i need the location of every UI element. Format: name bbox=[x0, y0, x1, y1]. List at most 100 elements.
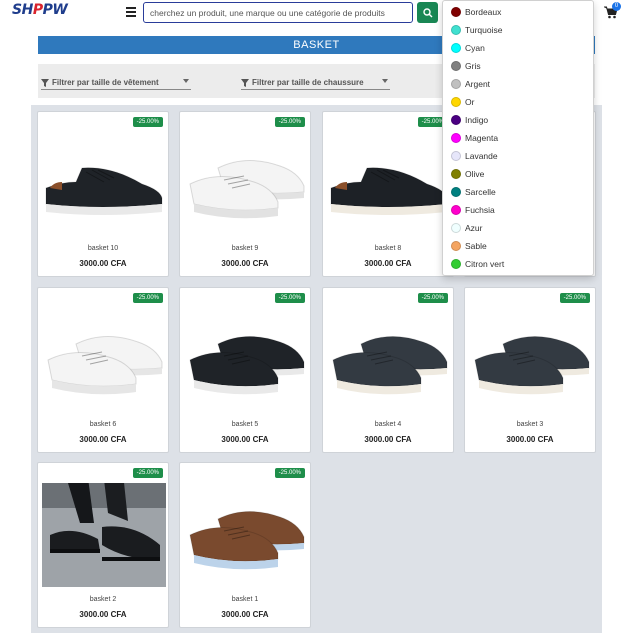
color-swatch bbox=[451, 259, 461, 269]
color-option[interactable]: Citron vert bbox=[443, 255, 593, 273]
page: SHPPW 0 BASKET Filtrer par taille de vêt… bbox=[0, 0, 642, 642]
color-option-label: Olive bbox=[465, 169, 485, 179]
color-swatch bbox=[451, 43, 461, 53]
product-card[interactable]: -25.00% basket 1 3000.00 CFA bbox=[179, 462, 311, 628]
logo-text: SHPPW bbox=[12, 2, 68, 18]
product-name[interactable]: basket 4 bbox=[323, 421, 453, 428]
color-option[interactable]: Olive bbox=[443, 165, 593, 183]
product-price: 3000.00 CFA bbox=[221, 259, 269, 268]
discount-badge: -25.00% bbox=[274, 468, 305, 478]
product-name[interactable]: basket 10 bbox=[38, 245, 168, 252]
color-option-label: Magenta bbox=[465, 133, 499, 143]
product-card[interactable]: -25.00% basket 5 3000.00 CFA bbox=[179, 287, 311, 453]
color-swatch bbox=[451, 241, 461, 251]
color-option[interactable]: Sable bbox=[443, 237, 593, 255]
product-price: 3000.00 CFA bbox=[221, 435, 269, 444]
clothing-size-filter[interactable]: Filtrer par taille de vêtement bbox=[41, 76, 191, 90]
color-swatch bbox=[451, 187, 461, 197]
color-swatch bbox=[451, 97, 461, 107]
product-name[interactable]: basket 8 bbox=[323, 245, 453, 252]
color-swatch bbox=[451, 223, 461, 233]
color-option-label: Sarcelle bbox=[465, 187, 496, 197]
color-swatch bbox=[451, 205, 461, 215]
color-option-label: Lavande bbox=[465, 151, 498, 161]
color-option-label: Or bbox=[465, 97, 475, 107]
color-option-label: Gris bbox=[465, 61, 481, 71]
menu-icon[interactable] bbox=[124, 5, 138, 19]
product-card[interactable]: -25.00% basket 4 3000.00 CFA bbox=[322, 287, 454, 453]
product-card[interactable]: -25.00% basket 6 3000.00 CFA bbox=[37, 287, 169, 453]
color-option-label: Indigo bbox=[465, 115, 489, 125]
color-option-label: Azur bbox=[465, 223, 483, 233]
discount-badge: -25.00% bbox=[559, 293, 590, 303]
product-name[interactable]: basket 1 bbox=[180, 596, 310, 603]
color-swatch bbox=[451, 79, 461, 89]
product-name[interactable]: basket 2 bbox=[38, 596, 168, 603]
product-image bbox=[330, 167, 448, 215]
color-swatch bbox=[451, 169, 461, 179]
color-swatch bbox=[451, 133, 461, 143]
search-icon bbox=[422, 7, 432, 17]
color-option-label: Fuchsia bbox=[465, 205, 495, 215]
color-option[interactable]: Or bbox=[443, 93, 593, 111]
color-option-label: Cyan bbox=[465, 43, 485, 53]
color-option[interactable]: Cyan bbox=[443, 39, 593, 57]
search-button[interactable] bbox=[417, 2, 438, 23]
clothing-size-filter-label: Filtrer par taille de vêtement bbox=[52, 78, 159, 87]
chevron-down-icon bbox=[382, 79, 388, 83]
cart-count-badge: 0 bbox=[612, 2, 621, 11]
color-option[interactable]: Fuchsia bbox=[443, 201, 593, 219]
color-option[interactable]: Indigo bbox=[443, 111, 593, 129]
color-option-label: Bordeaux bbox=[465, 7, 502, 17]
product-card[interactable]: -25.00% basket 10 3000.00 CFA bbox=[37, 111, 169, 277]
chevron-down-icon bbox=[183, 79, 189, 83]
color-option[interactable]: Azur bbox=[443, 219, 593, 237]
product-image bbox=[189, 510, 305, 570]
color-option-label: Sable bbox=[465, 241, 487, 251]
product-image bbox=[189, 159, 305, 219]
discount-badge: -25.00% bbox=[132, 293, 163, 303]
shoe-size-filter-label: Filtrer par taille de chaussure bbox=[252, 78, 364, 87]
color-option[interactable]: Gris bbox=[443, 57, 593, 75]
color-option[interactable]: Turquoise bbox=[443, 21, 593, 39]
filter-icon bbox=[241, 78, 249, 87]
color-swatch bbox=[451, 7, 461, 17]
product-price: 3000.00 CFA bbox=[221, 610, 269, 619]
product-name[interactable]: basket 3 bbox=[465, 421, 595, 428]
product-image bbox=[42, 483, 166, 587]
color-option[interactable]: Lavande bbox=[443, 147, 593, 165]
shoe-size-filter[interactable]: Filtrer par taille de chaussure bbox=[241, 76, 390, 90]
color-swatch bbox=[451, 25, 461, 35]
product-card[interactable]: -25.00% basket 2 3000.00 CFA bbox=[37, 462, 169, 628]
product-card[interactable]: -25.00% basket 8 3000.00 CFA bbox=[322, 111, 454, 277]
discount-badge: -25.00% bbox=[132, 117, 163, 127]
product-price: 3000.00 CFA bbox=[79, 435, 127, 444]
color-option[interactable]: Bordeaux bbox=[443, 3, 593, 21]
product-image bbox=[47, 335, 163, 395]
search-input[interactable] bbox=[143, 2, 413, 23]
product-name[interactable]: basket 9 bbox=[180, 245, 310, 252]
product-name[interactable]: basket 6 bbox=[38, 421, 168, 428]
logo[interactable]: SHPPW bbox=[12, 1, 86, 23]
discount-badge: -25.00% bbox=[417, 293, 448, 303]
discount-badge: -25.00% bbox=[274, 117, 305, 127]
product-image bbox=[474, 335, 590, 395]
color-swatch bbox=[451, 151, 461, 161]
color-option-label: Turquoise bbox=[465, 25, 503, 35]
color-option[interactable]: Magenta bbox=[443, 129, 593, 147]
color-option[interactable]: Argent bbox=[443, 75, 593, 93]
product-image bbox=[332, 335, 448, 395]
filter-icon bbox=[41, 78, 49, 87]
product-card[interactable]: -25.00% basket 9 3000.00 CFA bbox=[179, 111, 311, 277]
color-swatch bbox=[451, 115, 461, 125]
color-option[interactable]: Sarcelle bbox=[443, 183, 593, 201]
product-card[interactable]: -25.00% basket 3 3000.00 CFA bbox=[464, 287, 596, 453]
product-price: 3000.00 CFA bbox=[79, 610, 127, 619]
product-price: 3000.00 CFA bbox=[79, 259, 127, 268]
color-option-label: Citron vert bbox=[465, 259, 505, 269]
color-swatch bbox=[451, 61, 461, 71]
product-name[interactable]: basket 5 bbox=[180, 421, 310, 428]
discount-badge: -25.00% bbox=[274, 293, 305, 303]
product-price: 3000.00 CFA bbox=[364, 259, 412, 268]
discount-badge: -25.00% bbox=[132, 468, 163, 478]
